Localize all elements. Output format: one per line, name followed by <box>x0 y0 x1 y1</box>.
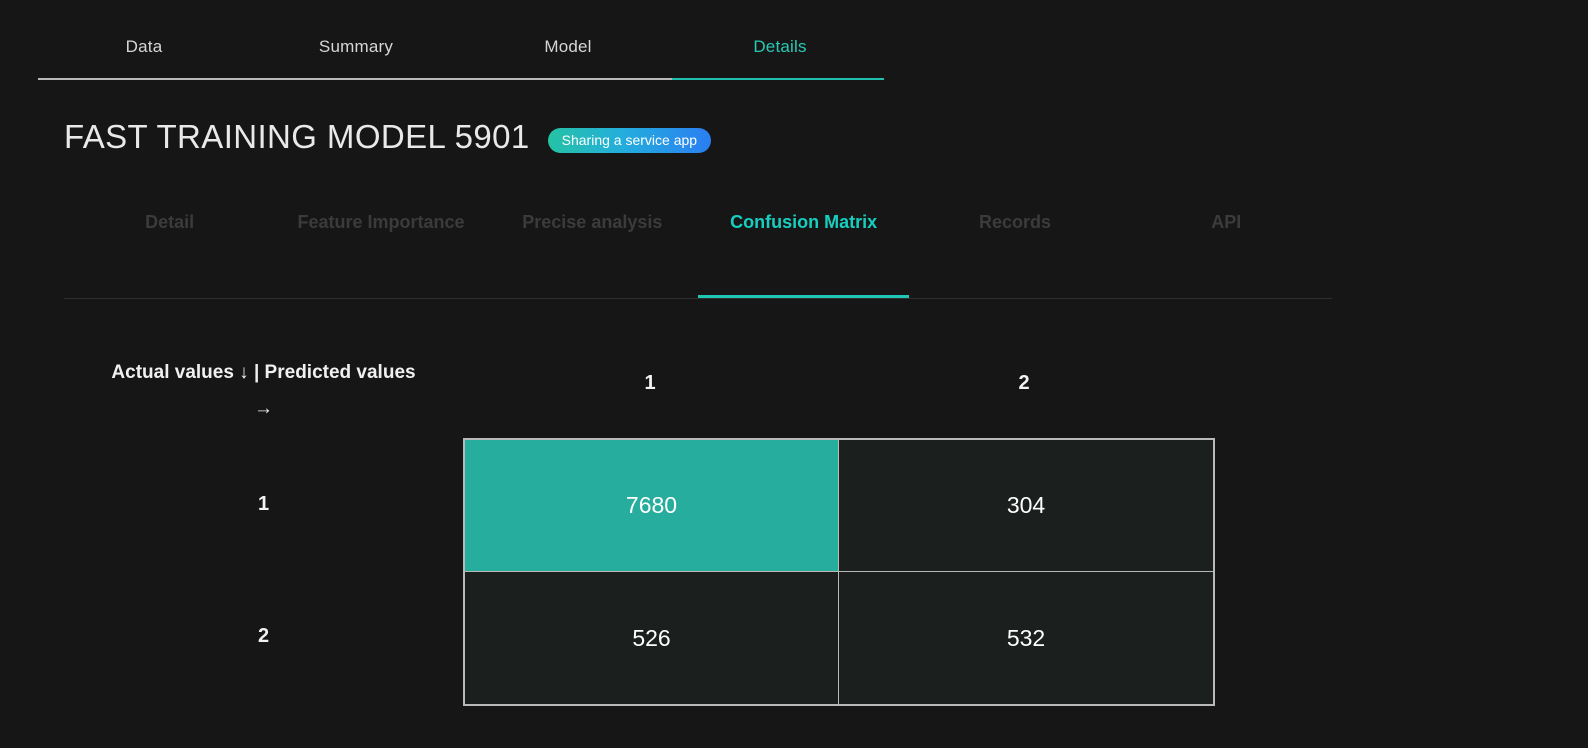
matrix-row-header-2: 2 <box>257 624 270 647</box>
subtab-api[interactable]: API <box>1121 205 1332 240</box>
tab-data[interactable]: Data <box>38 34 250 60</box>
matrix-cell-1-1[interactable]: 7680 <box>465 440 839 572</box>
page-header: FAST TRAINING MODEL 5901 Sharing a servi… <box>64 118 712 156</box>
secondary-tab-bar: Detail Feature Importance Precise analys… <box>64 205 1332 299</box>
confusion-matrix-header-row: Actual values ↓ | Predicted values → 1 2 <box>64 345 1211 427</box>
page-title: FAST TRAINING MODEL 5901 <box>64 118 530 155</box>
matrix-axis-legend: Actual values ↓ | Predicted values → <box>111 362 416 419</box>
secondary-tab-list: Detail Feature Importance Precise analys… <box>64 205 1332 240</box>
confusion-matrix: Actual values ↓ | Predicted values → 1 2… <box>64 345 1215 706</box>
matrix-column-header-2: 2 <box>1018 372 1030 394</box>
primary-tab-underline <box>38 78 884 80</box>
matrix-cell-2-2[interactable]: 532 <box>839 572 1213 704</box>
matrix-cell-1-2[interactable]: 304 <box>839 440 1213 572</box>
confusion-matrix-body: 1 2 7680 304 526 532 <box>64 438 1215 706</box>
subtab-precise-analysis[interactable]: Precise analysis <box>487 205 698 240</box>
secondary-tab-active-underline <box>698 295 909 298</box>
matrix-column-header-1: 1 <box>644 372 656 394</box>
matrix-row-header-1: 1 <box>257 492 270 515</box>
primary-tab-bar: Data Summary Model Details <box>38 34 884 80</box>
subtab-feature-importance[interactable]: Feature Importance <box>275 205 486 240</box>
secondary-tab-divider <box>64 298 1332 299</box>
tab-model[interactable]: Model <box>462 34 674 60</box>
matrix-cell-2-1[interactable]: 526 <box>465 572 839 704</box>
subtab-records[interactable]: Records <box>909 205 1120 240</box>
subtab-confusion-matrix[interactable]: Confusion Matrix <box>698 205 909 240</box>
status-badge: Sharing a service app <box>547 127 712 153</box>
subtab-detail[interactable]: Detail <box>64 205 275 240</box>
tab-underline-active <box>672 78 884 80</box>
primary-tab-list: Data Summary Model Details <box>38 34 884 72</box>
matrix-row-header-group: 1 2 <box>64 438 463 706</box>
tab-details[interactable]: Details <box>674 34 886 60</box>
tab-summary[interactable]: Summary <box>250 34 462 60</box>
tab-underline-inactive <box>38 78 672 80</box>
matrix-grid: 7680 304 526 532 <box>463 438 1215 706</box>
